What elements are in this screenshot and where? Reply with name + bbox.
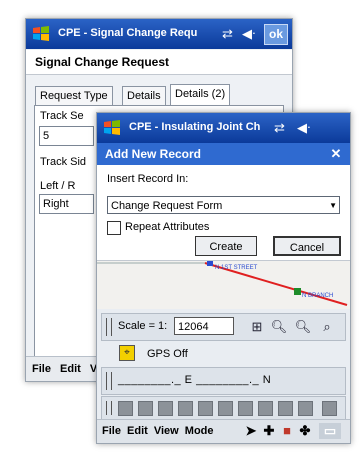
tab-request-type[interactable]: Request Type [35,86,113,106]
signal-arrows-icon: ⇄ [274,120,285,135]
back-title-bar: CPE - Signal Change Requ ⇄ ◀ᐧ ok [26,19,292,49]
volume-icon[interactable]: ◀ᐧ [242,26,255,42]
zoom-extent-icon[interactable]: ⌕ [318,318,336,336]
menu-edit[interactable]: Edit [127,425,148,437]
quick-button[interactable] [278,401,293,416]
quick-button[interactable] [218,401,233,416]
back-window-title: CPE - Signal Change Requ [58,27,198,39]
quick-button[interactable] [322,401,337,416]
ok-button[interactable]: ok [264,24,288,45]
map-point-green [294,288,301,295]
map-view[interactable]: N 1ST STREET N BRANCH [97,260,350,309]
create-button[interactable]: Create [195,236,257,256]
front-menu-bar: File Edit View Mode ➤ ✚ ■ ✤ ▭ [97,419,350,443]
quick-buttons-bar [101,396,346,420]
quick-button[interactable] [178,401,193,416]
windows-logo-icon[interactable] [102,119,122,137]
quick-button[interactable] [138,401,153,416]
left-right-field[interactable]: Right [39,194,94,214]
menu-view[interactable]: View [154,425,179,437]
signal-arrows-icon: ⇄ [222,26,233,41]
tools-icon[interactable]: ✤ [297,423,313,439]
keyboard-icon[interactable]: ▭ [319,423,341,439]
repeat-attributes-checkbox[interactable] [107,221,121,235]
gps-icon[interactable]: ⌖ [119,345,135,361]
windows-logo-icon[interactable] [31,25,51,43]
quick-button[interactable] [298,401,313,416]
track-label: Track Se [40,110,84,122]
gps-status: GPS Off [147,348,188,360]
chevron-down-icon: ▼ [329,201,337,210]
track-field[interactable]: 5 [39,126,94,146]
menu-file[interactable]: File [32,363,51,375]
front-device-window: CPE - Insulating Joint Ch ⇄ ◀ᐧ Add New R… [96,112,351,444]
scale-input[interactable]: 12064 [174,317,234,335]
tab-details-2[interactable]: Details (2) [170,84,231,106]
menu-mode[interactable]: Mode [185,425,214,437]
quick-button[interactable] [198,401,213,416]
pointer-icon[interactable]: ➤ [243,423,259,439]
quick-button[interactable] [158,401,173,416]
toolbar-grip[interactable] [106,318,112,336]
dialog-header: Add New Record ✕ [97,143,350,165]
repeat-attributes-label: Repeat Attributes [125,221,210,233]
layer-icon[interactable]: ■ [279,423,295,439]
street-label: N 1ST STREET [215,265,258,271]
crosshair-icon[interactable]: ✚ [261,423,277,439]
close-icon[interactable]: ✕ [328,146,344,162]
cancel-button[interactable]: Cancel [273,236,341,256]
toolbar-grip[interactable] [106,401,112,415]
coordinates-text: ________._ E ________._ N [118,374,272,386]
front-title-bar: CPE - Insulating Joint Ch ⇄ ◀ᐧ [97,113,350,143]
map-canvas: N 1ST STREET N BRANCH [97,261,348,306]
quick-button[interactable] [238,401,253,416]
track-side-label: Track Sid [40,156,87,168]
scale-toolbar: Scale = 1: 12064 ⊞ 🔍︎ 🔍︎ ⌕ [101,313,346,341]
zoom-out-icon[interactable]: 🔍︎ [294,318,312,336]
map-point-blue [207,261,213,266]
menu-file[interactable]: File [102,425,121,437]
tab-details[interactable]: Details [122,86,166,106]
pan-icon[interactable]: ⊞ [248,318,266,336]
coordinates-bar: ________._ E ________._ N [101,367,346,395]
branch-label: N BRANCH [302,293,333,299]
gps-bar: ⌖ GPS Off [97,342,350,366]
insert-record-select[interactable]: Change Request Form ▼ [107,196,340,214]
menu-edit[interactable]: Edit [60,363,81,375]
scale-label: Scale = 1: [118,320,168,332]
insert-record-value: Change Request Form [111,200,223,212]
form-header: Signal Change Request [26,50,292,75]
volume-icon[interactable]: ◀ᐧ [297,120,310,136]
quick-button[interactable] [258,401,273,416]
dialog-body: Insert Record In: Change Request Form ▼ … [97,165,350,260]
zoom-in-icon[interactable]: 🔍︎ [270,318,288,336]
left-right-label: Left / R [40,180,76,192]
quick-button[interactable] [118,401,133,416]
front-window-title: CPE - Insulating Joint Ch [129,121,261,133]
dialog-title: Add New Record [105,147,202,161]
insert-label: Insert Record In: [107,173,189,185]
toolbar-grip[interactable] [106,372,112,390]
